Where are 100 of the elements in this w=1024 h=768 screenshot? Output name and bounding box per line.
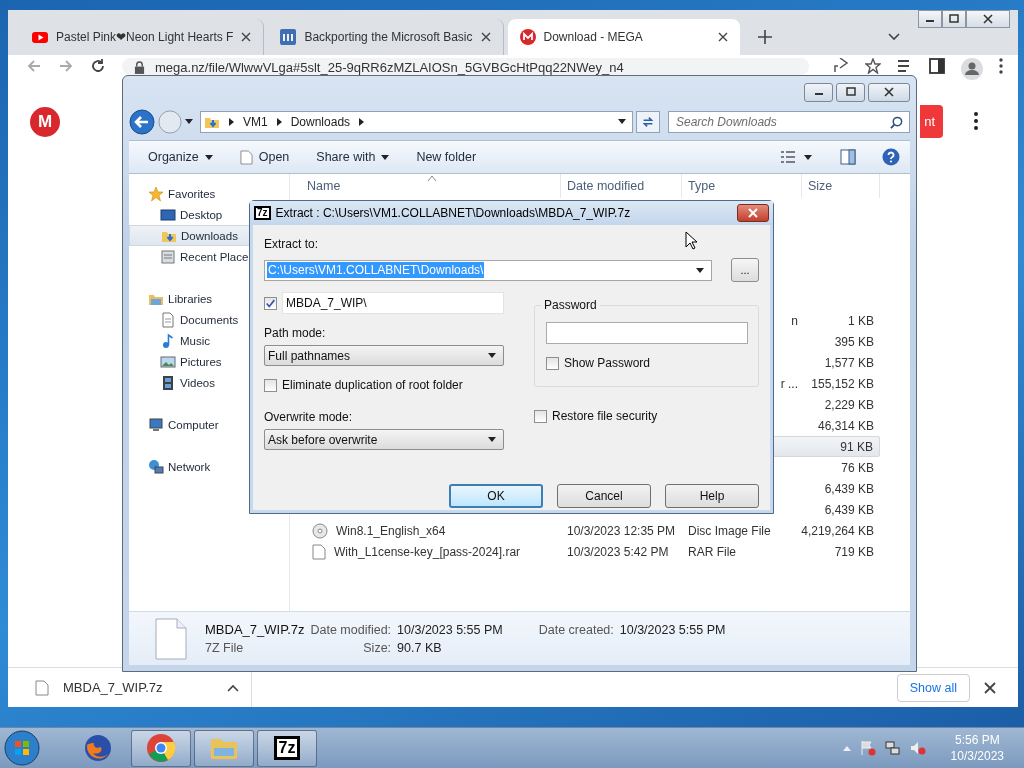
dropdown-arrow-icon (696, 267, 704, 273)
dropdown-arrow-icon[interactable] (185, 119, 193, 124)
toolbar-button[interactable]: Open (239, 149, 290, 165)
view-options-icon[interactable] (780, 150, 796, 164)
field-label: Path mode: (264, 326, 326, 340)
taskbar-app[interactable]: 7z (257, 729, 317, 767)
toolbar-button[interactable]: Share with (316, 150, 390, 164)
chevron-down-icon[interactable] (888, 33, 900, 41)
file-row[interactable]: Win8.1_English_x64 10/3/2023 12:35 PM Disc Image File 4,219,264 KB (290, 520, 880, 541)
toolbar-button[interactable]: New folder (416, 150, 477, 164)
taskbar-app[interactable] (131, 729, 191, 767)
download-item[interactable]: MBDA_7_WIP.7z (63, 680, 213, 695)
search-field[interactable]: Search Downloads (668, 110, 910, 133)
checkbox[interactable] (546, 356, 559, 370)
path-mode-dropdown[interactable]: Full pathnames (264, 345, 504, 366)
reload-icon[interactable] (90, 58, 106, 74)
logo-icon (519, 29, 536, 45)
start-button[interactable] (4, 730, 40, 766)
sidebar-item[interactable]: Favorites (129, 183, 289, 204)
window-controls-drawing[interactable] (918, 10, 1010, 28)
field-label: Extract to: (264, 237, 319, 251)
flag-icon[interactable] (859, 740, 876, 756)
folder-name-field[interactable]: MBDA_7_WIP\ (282, 292, 504, 314)
detail-label: Size: (362, 640, 392, 655)
recent-icon (160, 248, 176, 265)
chevron-up-icon[interactable] (227, 683, 239, 692)
document-icon (239, 149, 253, 165)
checkbox[interactable] (264, 296, 277, 310)
play-icon (32, 29, 48, 45)
address-bar[interactable]: mega.nz/file/WlwwVLga#5slt_25-9qRR6zMZLAIOSn_5GVBGcHtPqq22NWey_n4 (122, 58, 809, 75)
preview-pane-icon[interactable] (840, 149, 856, 165)
dropdown-arrow-icon (204, 154, 213, 160)
breadcrumb-item[interactable]: VM1 (243, 114, 268, 129)
avatar-icon[interactable] (961, 58, 983, 80)
file-row[interactable]: With_L1cense-key_[pass-2024].rar 10/3/2023 5:42 PM RAR File 719 KB (290, 541, 880, 562)
dropdown-arrow-icon (381, 154, 390, 160)
chevron-right-icon[interactable] (229, 117, 234, 126)
download-button[interactable]: nt (920, 105, 943, 138)
dropdown-arrow-icon[interactable] (618, 119, 626, 124)
dialog-button[interactable]: Cancel (557, 484, 651, 508)
close-icon[interactable] (241, 32, 252, 42)
muted-speaker-icon[interactable] (909, 740, 926, 756)
column-header[interactable]: Size (802, 174, 880, 198)
table-cell: With_L1cense-key_[pass-2024].rar (334, 544, 521, 559)
star-icon[interactable] (865, 58, 881, 74)
checkbox[interactable] (534, 409, 547, 423)
table-cell: 4,219,264 KB (801, 523, 874, 538)
more-icon[interactable] (974, 112, 978, 130)
circle-logo-icon (146, 733, 176, 763)
share-icon[interactable] (833, 58, 849, 74)
checkbox-label: Restore file security (552, 409, 658, 423)
browser-tab[interactable]: Download - MEGA (507, 19, 740, 55)
logo[interactable]: M (30, 107, 60, 137)
dialog-button[interactable]: OK (449, 484, 543, 508)
dialog-button[interactable]: Help (665, 484, 759, 508)
disc-icon (312, 522, 328, 539)
file-icon (312, 543, 326, 560)
sidebar-item[interactable]: Downloads (129, 225, 251, 246)
password-field[interactable] (546, 322, 748, 344)
show-all-button[interactable]: Show all (896, 673, 970, 702)
menu-icon[interactable] (999, 58, 1003, 74)
column-header[interactable]: Type (682, 174, 802, 198)
refresh-button[interactable] (636, 110, 660, 133)
detail-value: 10/3/2023 5:55 PM (619, 622, 726, 637)
new-tab-icon[interactable] (757, 30, 772, 44)
network-icon[interactable] (884, 740, 901, 756)
close-icon[interactable] (984, 681, 996, 694)
column-header[interactable]: Name (290, 174, 561, 198)
music-icon (160, 332, 176, 349)
table-cell: r ... (780, 376, 798, 391)
close-icon (748, 208, 758, 218)
close-icon[interactable] (717, 32, 728, 42)
field-label: Overwrite mode: (264, 410, 353, 424)
window-controls-drawing[interactable] (804, 82, 910, 102)
close-icon[interactable] (480, 32, 491, 42)
close-button[interactable] (737, 204, 769, 222)
toolbar-button[interactable]: Organize (148, 150, 213, 164)
table-cell: 2,229 KB (824, 397, 874, 412)
checkbox[interactable] (264, 378, 277, 392)
side-panel-icon[interactable] (929, 58, 945, 74)
taskbar-app[interactable] (194, 729, 254, 767)
breadcrumb-item[interactable]: Downloads (290, 114, 351, 129)
chevron-right-icon[interactable] (359, 117, 365, 126)
table-cell: 6,439 KB (824, 502, 874, 517)
column-header[interactable]: Date modified (561, 174, 682, 198)
address-bar[interactable]: VM1 Downloads (200, 110, 633, 133)
chevron-right-icon[interactable] (276, 117, 282, 126)
overwrite-mode-dropdown[interactable]: Ask before overwrite (264, 429, 504, 450)
file-type: 7Z File (205, 640, 245, 655)
detail-value: 10/3/2023 5:55 PM (397, 622, 503, 637)
file-icon (155, 617, 187, 660)
desktop-icon (160, 206, 176, 223)
help-icon[interactable] (882, 148, 900, 166)
detail-label: Date created: (538, 622, 614, 637)
table-cell: 10/3/2023 12:35 PM (567, 523, 676, 538)
back-icon[interactable] (129, 108, 155, 135)
checkbox-label: Show Password (564, 356, 651, 370)
lock-icon (134, 61, 145, 74)
videos-icon (160, 374, 176, 391)
browse-button[interactable]: ... (731, 258, 759, 282)
